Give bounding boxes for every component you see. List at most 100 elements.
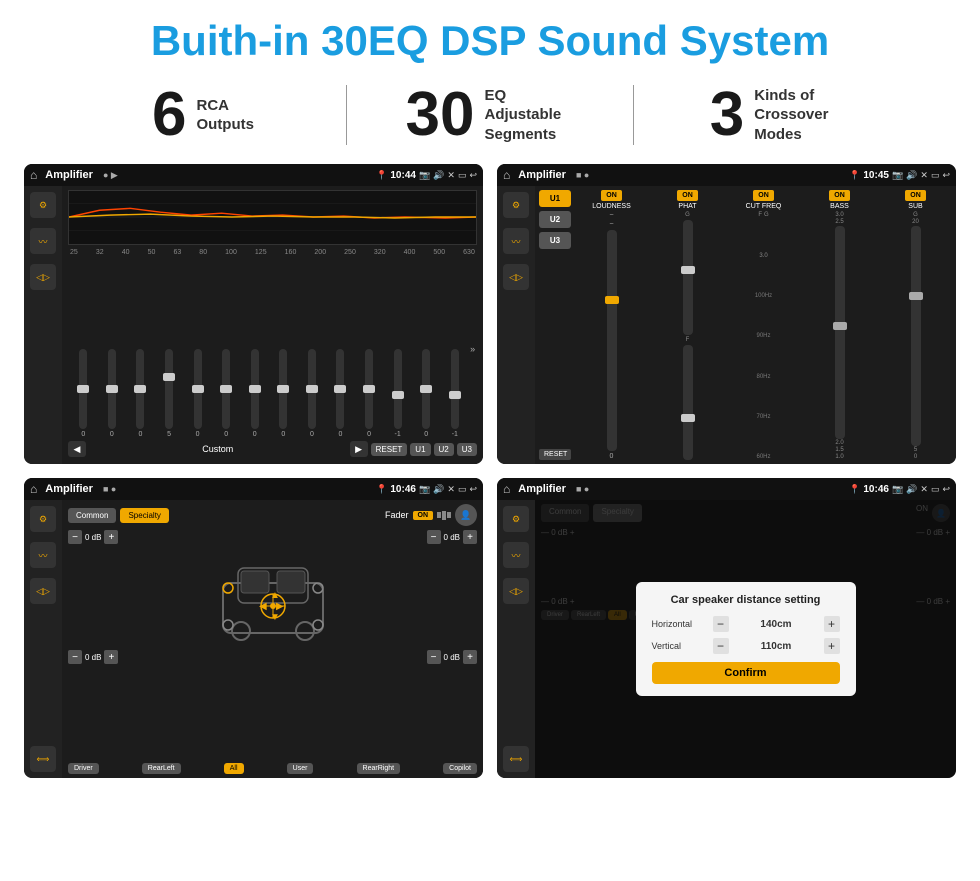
- vertical-minus-btn[interactable]: −: [713, 638, 729, 654]
- eq-prev-btn[interactable]: ◀: [68, 441, 86, 457]
- eq-u3-btn[interactable]: U3: [457, 443, 477, 456]
- fader-on-btn[interactable]: ON: [413, 511, 434, 520]
- status-bar-1: ⌂ Amplifier ● ▶ 📍 10:44 📷 🔊 ✕ ▭ ↩: [24, 164, 483, 186]
- eq-slider-5: 0: [213, 349, 240, 438]
- cross-channels: ON LOUDNESS ~ ~ 0 ON: [575, 190, 952, 460]
- cross-vol-btn[interactable]: ◁▷: [503, 264, 529, 290]
- car-layout-area: − 0 dB + − 0 dB +: [68, 530, 477, 759]
- vol-fr-minus[interactable]: −: [427, 530, 441, 544]
- stat-crossover: 3 Kinds ofCrossover Modes: [634, 84, 920, 146]
- all-btn[interactable]: All: [224, 763, 244, 774]
- cross-u2-btn[interactable]: U2: [539, 211, 571, 228]
- vol-fl-minus[interactable]: −: [68, 530, 82, 544]
- back-icon-4: ↩: [942, 484, 950, 495]
- vol-fl-plus[interactable]: +: [104, 530, 118, 544]
- home-icon-2: ⌂: [503, 168, 510, 182]
- eq-bottom-bar: ◀ Custom ▶ RESET U1 U2 U3: [68, 438, 477, 460]
- horizontal-plus-btn[interactable]: +: [824, 616, 840, 632]
- channel-loudness: ON LOUDNESS ~ ~ 0: [575, 190, 648, 460]
- stat-rca-number: 6: [152, 84, 186, 146]
- eq-slider-13: -1: [442, 349, 469, 438]
- screens-grid: ⌂ Amplifier ● ▶ 📍 10:44 📷 🔊 ✕ ▭ ↩ ⚙ 〰 ◁▷: [0, 160, 980, 788]
- loudness-on-btn[interactable]: ON: [601, 190, 622, 201]
- battery-icon-1: ▭: [458, 170, 467, 181]
- fader-row: Fader ON: [385, 510, 451, 520]
- eq-wave-btn[interactable]: 〰: [30, 228, 56, 254]
- spec-main: Common Specialty Fader ON 👤: [62, 500, 483, 778]
- screen1-content: ⚙ 〰 ◁▷: [24, 186, 483, 464]
- vol-rr-plus[interactable]: +: [463, 650, 477, 664]
- rearleft-btn[interactable]: RearLeft: [142, 763, 181, 774]
- channel-sub: ON SUB G 20 5 0: [879, 190, 952, 460]
- eq-u2-btn[interactable]: U2: [434, 443, 454, 456]
- vol-rr-value: 0 dB: [444, 653, 460, 662]
- screen4-content: ⚙ 〰 ◁▷ ⟺ Common Specialty ON 👤 — 0 dB +: [497, 500, 956, 778]
- screen-crossover: ⌂ Amplifier ■ ● 📍 10:45 📷 🔊 ✕ ▭ ↩ ⚙ 〰 ◁▷: [497, 164, 956, 464]
- battery-icon-4: ▭: [931, 484, 940, 495]
- eq-sliders-row: 0 0 0 5 0 0 0 0 0 0 0 -1 0 -1 »: [68, 260, 477, 438]
- battery-icon-3: ▭: [458, 484, 467, 495]
- phat-on-btn[interactable]: ON: [677, 190, 698, 201]
- camera-icon-3: 📷: [419, 484, 430, 495]
- sub-on-btn[interactable]: ON: [905, 190, 926, 201]
- location-icon-3: 📍: [376, 484, 387, 495]
- cross-u3-btn[interactable]: U3: [539, 232, 571, 249]
- status-icons-4: 📍 10:46 📷 🔊 ✕ ▭ ↩: [849, 484, 950, 495]
- user-btn[interactable]: User: [287, 763, 314, 774]
- camera-icon-1: 📷: [419, 170, 430, 181]
- rearright-btn[interactable]: RearRight: [357, 763, 401, 774]
- status-bar-4: ⌂ Amplifier ■ ● 📍 10:46 📷 🔊 ✕ ▭ ↩: [497, 478, 956, 500]
- profile-icon[interactable]: 👤: [455, 504, 477, 526]
- vertical-label: Vertical: [652, 641, 707, 651]
- screen3-content: ⚙ 〰 ◁▷ ⟺ Common Specialty Fader ON: [24, 500, 483, 778]
- wifi-icon-2: ✕: [920, 170, 928, 181]
- vol-rl-plus[interactable]: +: [104, 650, 118, 664]
- dlg-wave-btn[interactable]: 〰: [503, 542, 529, 568]
- dlg-eq-btn[interactable]: ⚙: [503, 506, 529, 532]
- eq-slider-12: 0: [413, 349, 440, 438]
- eq-next-btn[interactable]: ▶: [350, 441, 368, 457]
- vol-fr-plus[interactable]: +: [463, 530, 477, 544]
- cross-eq-btn[interactable]: ⚙: [503, 192, 529, 218]
- cross-wave-btn[interactable]: 〰: [503, 228, 529, 254]
- eq-vol-btn[interactable]: ◁▷: [30, 264, 56, 290]
- spec-surround-btn[interactable]: ⟺: [30, 746, 56, 772]
- vertical-row: Vertical − 110cm +: [652, 638, 840, 654]
- spec-eq-btn[interactable]: ⚙: [30, 506, 56, 532]
- dlg-vol-btn[interactable]: ◁▷: [503, 578, 529, 604]
- spec-wave-btn[interactable]: 〰: [30, 542, 56, 568]
- vol-rr-minus[interactable]: −: [427, 650, 441, 664]
- confirm-button[interactable]: Confirm: [652, 662, 840, 684]
- bass-on-btn[interactable]: ON: [829, 190, 850, 201]
- fader-bars: [437, 511, 451, 520]
- home-icon-4: ⌂: [503, 482, 510, 496]
- vertical-plus-btn[interactable]: +: [824, 638, 840, 654]
- battery-icon-2: ▭: [931, 170, 940, 181]
- dlg-surround-btn[interactable]: ⟺: [503, 746, 529, 772]
- eq-reset-btn[interactable]: RESET: [371, 443, 408, 456]
- specialty-tab[interactable]: Specialty: [120, 508, 168, 523]
- horizontal-value: 140cm: [735, 619, 818, 630]
- cutfreq-label: CUT FREQ: [746, 203, 782, 210]
- copilot-btn[interactable]: Copilot: [443, 763, 477, 774]
- spec-vol-btn[interactable]: ◁▷: [30, 578, 56, 604]
- horizontal-minus-btn[interactable]: −: [713, 616, 729, 632]
- bottom-vol-row: − 0 dB + − 0 dB +: [68, 650, 477, 664]
- cross-main: U1 U2 U3 RESET ON LOUDNESS ~ ~: [535, 186, 956, 464]
- cross-u1-btn[interactable]: U1: [539, 190, 571, 207]
- common-tab[interactable]: Common: [68, 508, 116, 523]
- channel-phat: ON PHAT G F: [651, 190, 724, 460]
- vol-rr: − 0 dB +: [427, 650, 477, 664]
- cutfreq-on-btn[interactable]: ON: [753, 190, 774, 201]
- bass-label: BASS: [830, 203, 849, 210]
- back-icon-1: ↩: [469, 170, 477, 181]
- driver-btn[interactable]: Driver: [68, 763, 99, 774]
- eq-u1-btn[interactable]: U1: [410, 443, 430, 456]
- eq-preset-btn[interactable]: ⚙: [30, 192, 56, 218]
- stat-eq-number: 30: [406, 84, 475, 146]
- location-icon-4: 📍: [849, 484, 860, 495]
- cross-reset-btn[interactable]: RESET: [539, 449, 571, 460]
- screen2-content: ⚙ 〰 ◁▷ U1 U2 U3 RESET ON LOUDNESS: [497, 186, 956, 464]
- dialog-title: Car speaker distance setting: [652, 594, 840, 606]
- vol-rl-minus[interactable]: −: [68, 650, 82, 664]
